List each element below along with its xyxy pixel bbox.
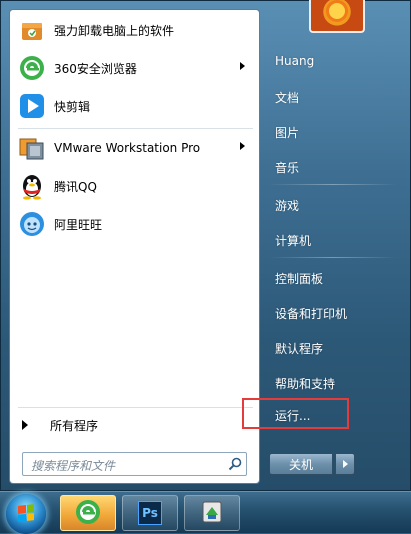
search-input[interactable]: 搜索程序和文件 <box>22 452 247 476</box>
program-label: 强力卸载电脑上的软件 <box>54 23 175 38</box>
program-label: VMware Workstation Pro <box>54 141 201 155</box>
program-item-360-browser[interactable]: 360安全浏览器 <box>12 50 257 86</box>
program-list-pane: 强力卸载电脑上的软件 360安全浏览器 快剪辑 VMware Workstati… <box>9 9 260 484</box>
photoshop-icon: Ps <box>138 501 162 525</box>
flower-icon <box>329 3 345 19</box>
program-item-uninstaller[interactable]: 强力卸载电脑上的软件 <box>12 12 257 48</box>
right-link-default-programs[interactable]: 默认程序 <box>275 340 323 357</box>
all-programs-button[interactable]: 所有程序 <box>12 412 257 438</box>
program-label: 360安全浏览器 <box>54 61 137 76</box>
program-item-qq[interactable]: 腾讯QQ <box>12 168 257 204</box>
program-label: 快剪辑 <box>54 99 91 114</box>
file-tool-icon <box>199 499 225 528</box>
taskbar-file-tool[interactable] <box>184 495 240 531</box>
all-programs-label: 所有程序 <box>50 418 99 433</box>
program-item-aliwangwang[interactable]: 阿里旺旺 <box>12 206 257 242</box>
right-link-games[interactable]: 游戏 <box>275 197 299 214</box>
shutdown-options-button[interactable] <box>335 453 355 475</box>
right-link-control-panel[interactable]: 控制面板 <box>275 270 323 287</box>
right-link-documents[interactable]: 文档 <box>275 89 299 106</box>
start-menu: 强力卸载电脑上的软件 360安全浏览器 快剪辑 VMware Workstati… <box>0 0 411 491</box>
expand-arrow-icon <box>22 420 28 430</box>
shutdown-control: 关机 <box>269 453 357 475</box>
program-label: 阿里旺旺 <box>54 217 103 232</box>
shutdown-button[interactable]: 关机 <box>269 453 333 475</box>
divider <box>269 184 397 185</box>
right-link-music[interactable]: 音乐 <box>275 159 299 176</box>
360-browser-icon <box>18 54 46 82</box>
run-highlight-box <box>242 398 349 429</box>
right-link-pictures[interactable]: 图片 <box>275 124 299 141</box>
arrow-right-icon <box>342 460 348 468</box>
uninstall-box-icon <box>18 16 46 44</box>
search-placeholder: 搜索程序和文件 <box>31 459 116 473</box>
taskbar-360-browser[interactable] <box>60 495 116 531</box>
submenu-arrow-icon[interactable] <box>240 62 245 70</box>
360-browser-icon <box>75 499 101 528</box>
qq-penguin-icon <box>18 172 46 200</box>
program-item-kuaijianji[interactable]: 快剪辑 <box>12 88 257 124</box>
start-button[interactable] <box>6 494 46 534</box>
divider <box>18 128 253 129</box>
divider <box>269 257 397 258</box>
right-link-user[interactable]: Huang <box>275 54 314 68</box>
right-link-help[interactable]: 帮助和支持 <box>275 375 335 392</box>
aliwangwang-icon <box>18 210 46 238</box>
divider <box>18 407 253 408</box>
windows-logo-icon <box>18 504 34 522</box>
taskbar: Ps <box>0 491 411 534</box>
user-picture-avatar[interactable] <box>309 0 365 33</box>
submenu-arrow-icon[interactable] <box>240 142 245 150</box>
program-label: 腾讯QQ <box>54 179 97 194</box>
right-link-devices-printers[interactable]: 设备和打印机 <box>275 305 347 322</box>
video-edit-play-icon <box>18 92 46 120</box>
vmware-icon <box>18 134 46 162</box>
right-link-computer[interactable]: 计算机 <box>275 232 311 249</box>
taskbar-photoshop[interactable]: Ps <box>122 495 178 531</box>
search-icon[interactable] <box>228 457 242 471</box>
program-item-vmware[interactable]: VMware Workstation Pro <box>12 130 257 166</box>
